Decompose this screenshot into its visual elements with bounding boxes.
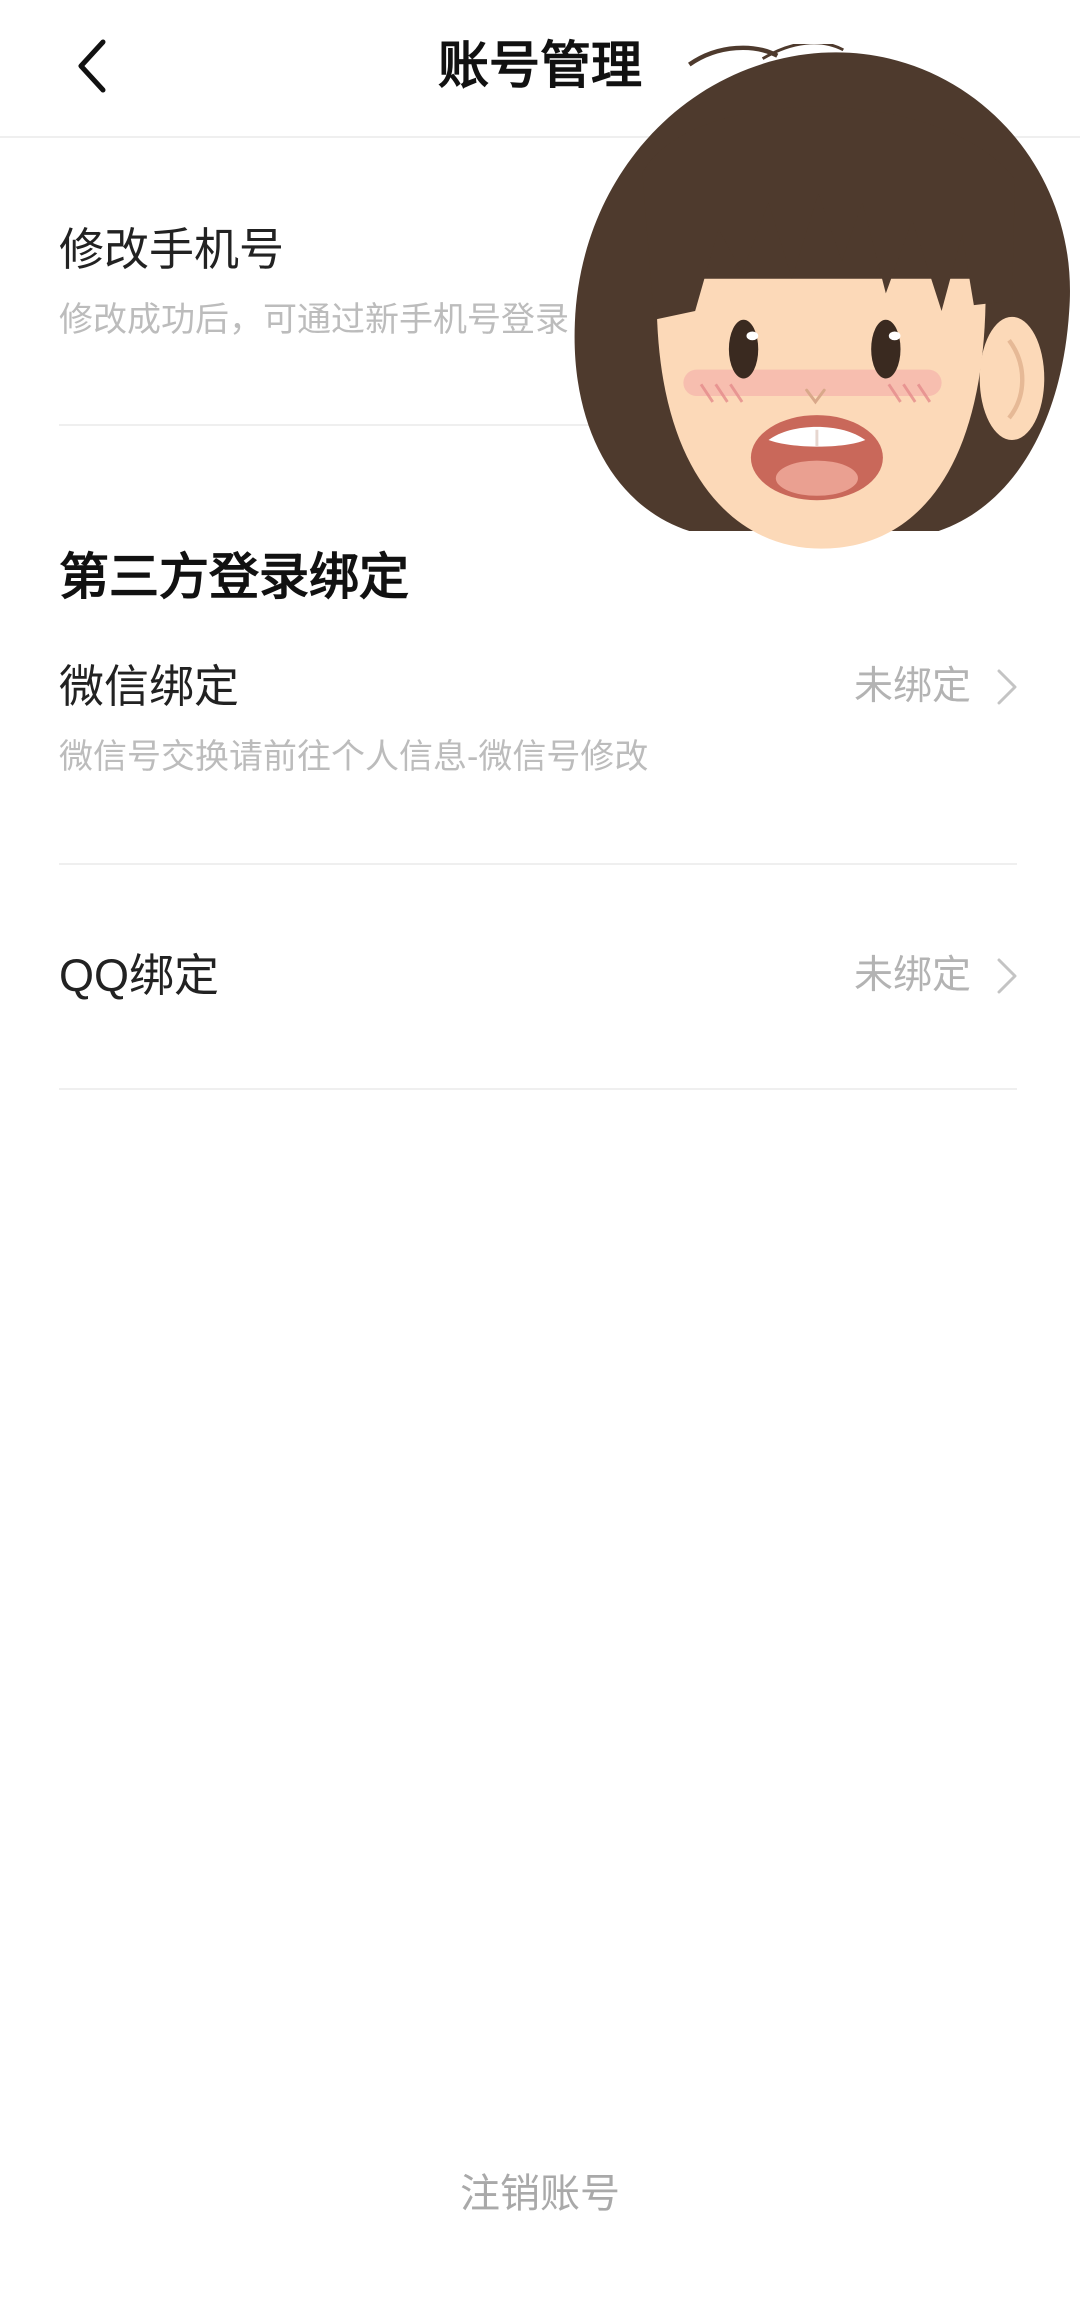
chevron-right-icon — [997, 669, 1017, 705]
cartoon-girl-face-sticker — [574, 44, 1070, 549]
cancel-account-button[interactable]: 注销账号 — [0, 2166, 1080, 2222]
chevron-right-icon — [997, 958, 1017, 994]
row-divider — [59, 1088, 1017, 1090]
qq-binding-row[interactable]: QQ绑定 未绑定 — [0, 865, 1080, 1088]
change-phone-hint: 修改成功后，可通过新手机号登录 — [59, 301, 569, 339]
qq-binding-status: 未绑定 — [853, 954, 971, 997]
wechat-binding-status: 未绑定 — [853, 665, 971, 708]
change-phone-label: 修改手机号 — [59, 224, 285, 275]
qq-binding-label: QQ绑定 — [59, 950, 220, 1001]
wechat-binding-label: 微信绑定 — [59, 661, 240, 712]
wechat-binding-row[interactable]: 微信绑定 未绑定 微信号交换请前往个人信息-微信号修改 — [0, 600, 1080, 863]
wechat-binding-hint: 微信号交换请前往个人信息-微信号修改 — [59, 738, 649, 776]
